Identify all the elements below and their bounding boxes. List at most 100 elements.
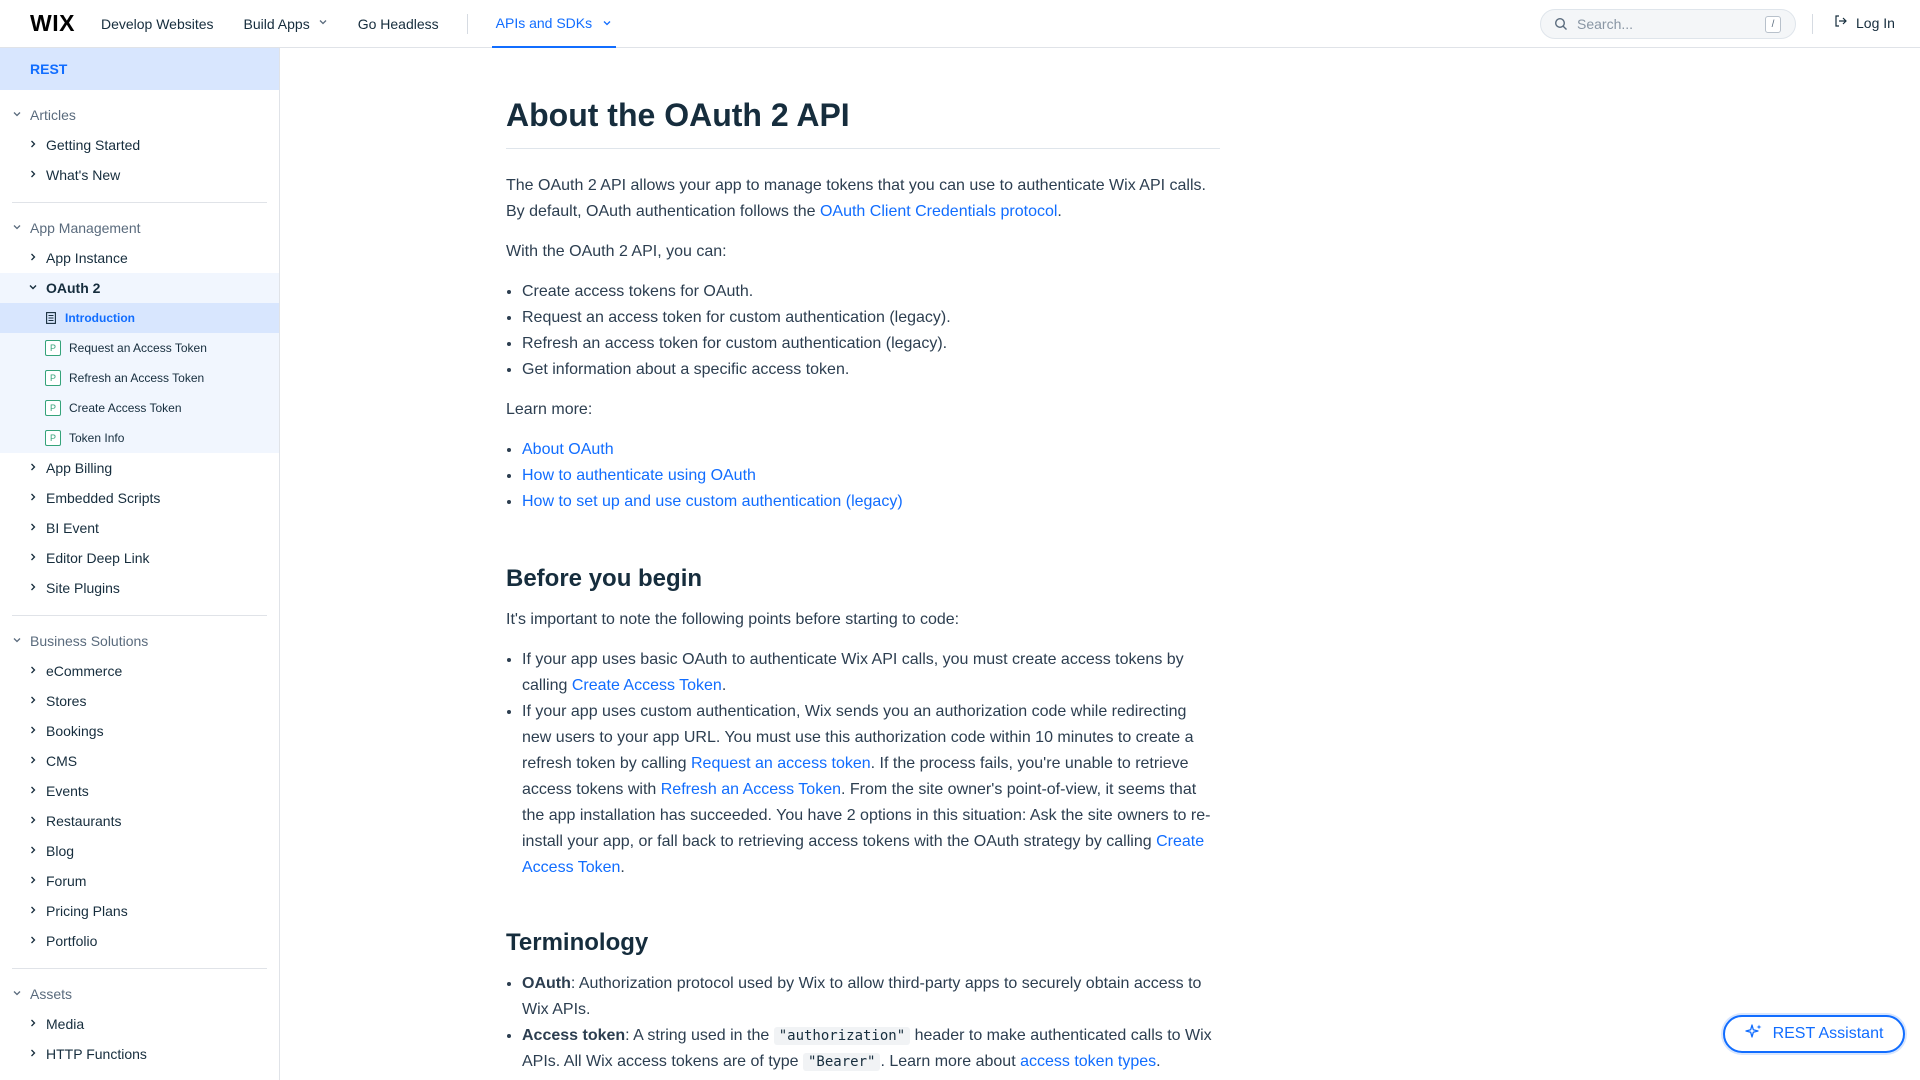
sidebar-item-bi-event[interactable]: BI Event [0, 513, 279, 543]
access-token-types-link[interactable]: access token types [1020, 1053, 1156, 1070]
sidebar-item-label: Bookings [46, 723, 104, 739]
capabilities-list: Create access tokens for OAuth. Request … [506, 279, 1220, 383]
before-paragraph: It's important to note the following poi… [506, 611, 960, 628]
sparkle-icon [1744, 1023, 1763, 1046]
chevron-right-icon [28, 725, 38, 738]
inline-code: "authorization" [773, 1027, 911, 1045]
sidebar-item-http-functions[interactable]: HTTP Functions [0, 1039, 279, 1069]
chevron-right-icon [28, 169, 38, 182]
sidebar-item-label: HTTP Functions [46, 1046, 147, 1062]
login-label: Log In [1856, 14, 1895, 31]
sidebar-subitem-label: Introduction [65, 311, 135, 325]
custom-authentication-link[interactable]: How to set up and use custom authenticat… [522, 493, 903, 510]
sidebar-item-ecommerce[interactable]: eCommerce [0, 656, 279, 686]
chevron-down-icon [602, 15, 612, 31]
sidebar-item-app-instance[interactable]: App Instance [0, 243, 279, 273]
nav-apis-and-sdks[interactable]: APIs and SDKs [491, 0, 617, 48]
sidebar-root-rest[interactable]: REST [0, 48, 279, 90]
term-end: . [1156, 1053, 1161, 1070]
sidebar-item-editor-deep-link[interactable]: Editor Deep Link [0, 543, 279, 573]
chevron-down-icon [12, 988, 22, 1001]
sidebar-section-business-solutions: Business Solutions eCommerce Stores Book… [0, 616, 279, 969]
sidebar-subitem-create-access-token[interactable]: P Create Access Token [0, 393, 279, 423]
oauth-client-credentials-link[interactable]: OAuth Client Credentials protocol [820, 203, 1057, 220]
section-heading-terminology: Terminology [506, 929, 649, 956]
list-item: If your app uses basic OAuth to authenti… [522, 647, 1220, 699]
sidebar-item-events[interactable]: Events [0, 776, 279, 806]
sidebar-section-title[interactable]: Articles [0, 100, 279, 130]
nav-build-apps[interactable]: Build Apps [244, 16, 328, 32]
sidebar-item-app-billing[interactable]: App Billing [0, 453, 279, 483]
sidebar-item-oauth-2[interactable]: OAuth 2 [0, 273, 279, 303]
chevron-right-icon [28, 552, 38, 565]
method-badge: P [45, 370, 61, 386]
sidebar-item-label: OAuth 2 [46, 280, 101, 296]
learn-more-list: About OAuth How to authenticate using OA… [506, 437, 1220, 515]
sidebar-item-bookings[interactable]: Bookings [0, 716, 279, 746]
chevron-right-icon [28, 875, 38, 888]
sidebar-item-label: Blog [46, 843, 75, 859]
sidebar-item-embedded-scripts[interactable]: Embedded Scripts [0, 483, 279, 513]
sidebar-item-pricing-plans[interactable]: Pricing Plans [0, 896, 279, 926]
rest-assistant-button[interactable]: REST Assistant [1723, 1015, 1905, 1053]
nav-go-headless[interactable]: Go Headless [358, 16, 439, 32]
nav-develop-websites[interactable]: Develop Websites [101, 16, 214, 32]
sidebar-section-title[interactable]: Assets [0, 979, 279, 1009]
sidebar-section-label: Articles [30, 107, 76, 123]
about-oauth-link[interactable]: About OAuth [522, 441, 614, 458]
sidebar-item-label: Getting Started [46, 137, 141, 153]
before-list: If your app uses basic OAuth to authenti… [506, 647, 1220, 881]
sidebar-item-label: Events [46, 783, 89, 799]
list-item: Create access tokens for OAuth. [522, 279, 1220, 305]
authenticate-oauth-link[interactable]: How to authenticate using OAuth [522, 467, 756, 484]
sidebar: REST Articles Getting Started What's New… [0, 48, 280, 1080]
sidebar-item-getting-started[interactable]: Getting Started [0, 130, 279, 160]
sidebar-item-label: Embedded Scripts [46, 490, 161, 506]
chevron-right-icon [28, 815, 38, 828]
search-input[interactable] [1577, 16, 1757, 32]
method-badge: P [45, 340, 61, 356]
search-icon [1551, 14, 1571, 34]
header-divider [1812, 14, 1813, 34]
sidebar-item-stores[interactable]: Stores [0, 686, 279, 716]
search-box[interactable]: / [1540, 9, 1796, 39]
sidebar-section-app-management: App Management App Instance OAuth 2 Intr… [0, 203, 279, 616]
sidebar-subitem-introduction[interactable]: Introduction [0, 303, 279, 333]
sidebar-item-forum[interactable]: Forum [0, 866, 279, 896]
sidebar-item-cms[interactable]: CMS [0, 746, 279, 776]
sidebar-item-whats-new[interactable]: What's New [0, 160, 279, 190]
sidebar-item-blog[interactable]: Blog [0, 836, 279, 866]
sidebar-item-media[interactable]: Media [0, 1009, 279, 1039]
chevron-right-icon [28, 785, 38, 798]
list-item: Get information about a specific access … [522, 357, 1220, 383]
nav-divider [466, 13, 468, 34]
sidebar-item-label: CMS [46, 753, 78, 769]
top-navigation-bar: WIX Develop Websites Build Apps Go Headl… [0, 0, 1920, 48]
login-button[interactable]: Log In [1834, 14, 1895, 31]
request-access-token-link[interactable]: Request an access token [691, 755, 871, 772]
wix-logo[interactable]: WIX [30, 10, 75, 37]
term-name: Access token [522, 1027, 626, 1044]
sidebar-section-title[interactable]: Business Solutions [0, 626, 279, 656]
chevron-right-icon [28, 905, 38, 918]
chevron-right-icon [28, 1048, 38, 1061]
sidebar-item-site-plugins[interactable]: Site Plugins [0, 573, 279, 603]
list-item: How to set up and use custom authenticat… [522, 489, 1220, 515]
sidebar-subitem-label: Token Info [69, 431, 125, 445]
sidebar-item-label: Portfolio [46, 933, 98, 949]
list-item: Request an access token for custom authe… [522, 305, 1220, 331]
sidebar-section-title[interactable]: App Management [0, 213, 279, 243]
chevron-down-icon [28, 282, 38, 295]
terminology-list: OAuth: Authorization protocol used by Wi… [506, 971, 1220, 1075]
sidebar-subitem-request-access-token[interactable]: P Request an Access Token [0, 333, 279, 363]
sidebar-subitem-label: Create Access Token [69, 401, 182, 415]
sidebar-item-portfolio[interactable]: Portfolio [0, 926, 279, 956]
sidebar-subitem-refresh-access-token[interactable]: P Refresh an Access Token [0, 363, 279, 393]
refresh-access-token-link[interactable]: Refresh an Access Token [661, 781, 841, 798]
sidebar-item-label: Restaurants [46, 813, 122, 829]
sidebar-item-label: Media [46, 1016, 85, 1032]
chevron-down-icon [12, 222, 22, 235]
sidebar-item-restaurants[interactable]: Restaurants [0, 806, 279, 836]
create-access-token-link[interactable]: Create Access Token [572, 677, 722, 694]
sidebar-subitem-token-info[interactable]: P Token Info [0, 423, 279, 453]
